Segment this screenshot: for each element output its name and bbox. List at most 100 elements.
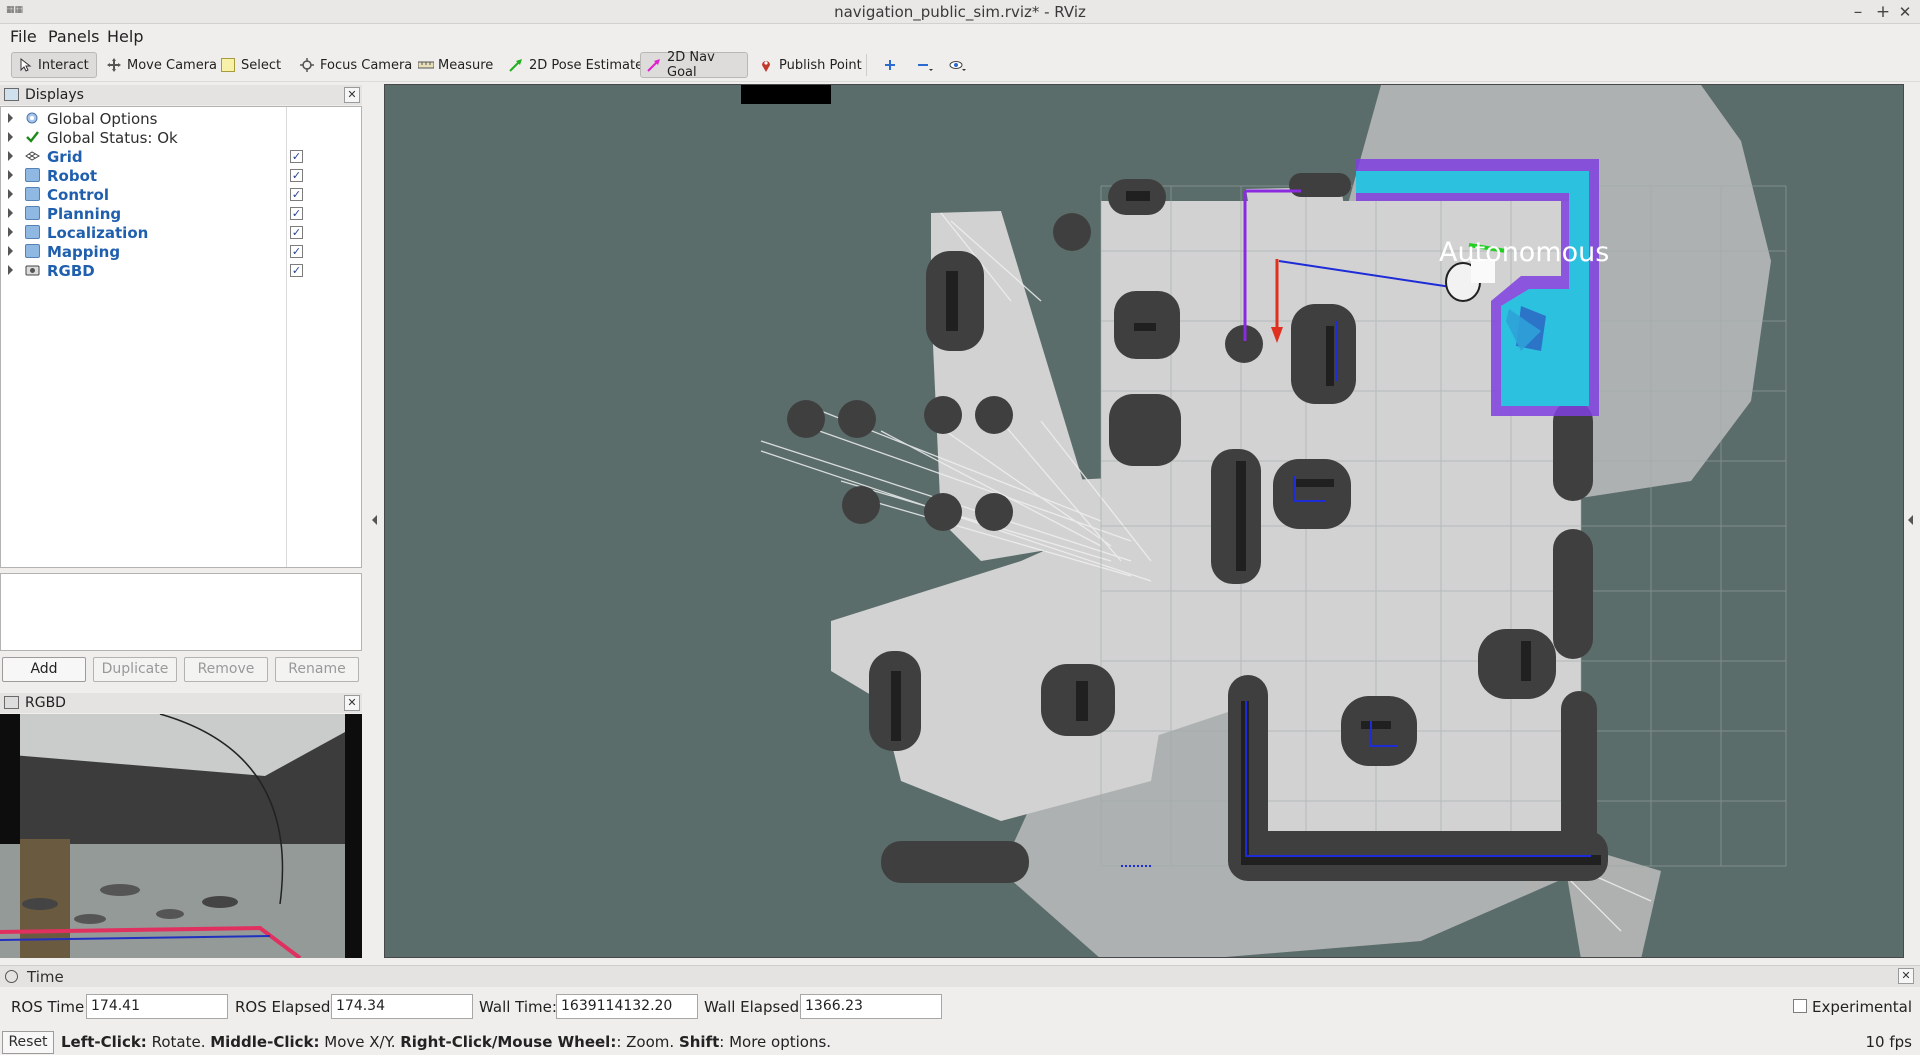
render-viewport[interactable]: Autonomous: [384, 84, 1904, 958]
move-camera-label: Move Camera: [127, 57, 218, 73]
move-camera-tool-button[interactable]: Move Camera: [100, 52, 224, 78]
minimize-button[interactable]: –: [1847, 1, 1869, 23]
measure-label: Measure: [438, 57, 494, 73]
left-click-desc: Rotate.: [146, 1033, 211, 1051]
tree-item-label: Mapping: [47, 243, 121, 261]
expand-arrow-icon[interactable]: [8, 132, 13, 142]
tree-item-global-options[interactable]: Global Options: [1, 109, 361, 128]
publish-point-tool-button[interactable]: Publish Point: [752, 52, 869, 78]
menu-bar: File Panels Help: [0, 24, 1920, 48]
rgbd-panel-title: RGBD: [25, 695, 66, 711]
tree-item-grid[interactable]: Grid ✓: [1, 147, 361, 166]
rename-button[interactable]: Rename: [275, 657, 359, 682]
wall-time-label: Wall Time:: [479, 998, 557, 1016]
tree-item-control[interactable]: Control ✓: [1, 185, 361, 204]
displays-tree: Global Options Global Status: Ok Grid ✓ …: [0, 106, 362, 568]
folder-icon: [25, 225, 40, 239]
remove-button[interactable]: Remove: [184, 657, 268, 682]
time-panel-title: Time: [27, 968, 64, 986]
expand-arrow-icon[interactable]: [8, 208, 13, 218]
close-icon[interactable]: ✕: [1898, 968, 1914, 984]
move-arrows-icon: [107, 58, 121, 72]
tree-item-rgbd[interactable]: RGBD ✓: [1, 261, 361, 280]
check-icon: [25, 130, 40, 144]
shift-hint: Shift: [678, 1033, 720, 1051]
remove-tool-button[interactable]: [911, 52, 935, 78]
time-values-row: ROS Time: 174.41 ROS Elapsed: 174.34 Wal…: [0, 992, 1920, 1020]
publish-point-label: Publish Point: [779, 57, 862, 73]
menu-help[interactable]: Help: [107, 27, 143, 46]
menu-file[interactable]: File: [10, 27, 37, 46]
displays-panel-title: Displays: [25, 87, 84, 103]
rviz-window: ▦▦ navigation_public_sim.rviz* - RViz – …: [0, 0, 1920, 1055]
expand-arrow-icon[interactable]: [8, 113, 13, 123]
close-icon[interactable]: ✕: [344, 87, 360, 103]
duplicate-button[interactable]: Duplicate: [93, 657, 177, 682]
gear-icon: [25, 111, 40, 125]
select-tool-button[interactable]: Select: [214, 52, 288, 78]
camera-panel-icon: [4, 696, 19, 709]
autonomous-overlay-label: Autonomous: [1439, 237, 1610, 268]
select-box-icon: [221, 58, 235, 72]
tree-item-label: RGBD: [47, 262, 95, 280]
tree-item-label: Control: [47, 186, 110, 204]
add-button[interactable]: Add: [2, 657, 86, 682]
ros-elapsed-field[interactable]: 174.34: [331, 994, 473, 1019]
mapping-checkbox[interactable]: ✓: [290, 245, 303, 258]
maximize-button[interactable]: +: [1872, 1, 1894, 23]
expand-arrow-icon[interactable]: [8, 246, 13, 256]
tree-item-localization[interactable]: Localization ✓: [1, 223, 361, 242]
toolbar: Interact Move Camera Select Focus Camera…: [0, 48, 1920, 82]
nav-goal-tool-button[interactable]: 2D Nav Goal: [640, 50, 748, 80]
rgbd-camera-view[interactable]: [0, 714, 362, 958]
title-bar: ▦▦ navigation_public_sim.rviz* - RViz – …: [0, 0, 1920, 24]
pose-estimate-tool-button[interactable]: 2D Pose Estimate: [502, 52, 650, 78]
window-title: navigation_public_sim.rviz* - RViz: [834, 3, 1086, 21]
expand-arrow-icon[interactable]: [8, 151, 13, 161]
fps-counter: 10 fps: [1865, 1033, 1912, 1051]
tree-item-robot[interactable]: Robot ✓: [1, 166, 361, 185]
add-tool-button[interactable]: [878, 52, 902, 78]
planning-checkbox[interactable]: ✓: [290, 207, 303, 220]
nav-goal-label: 2D Nav Goal: [667, 50, 715, 80]
monitor-icon: [4, 88, 19, 101]
wall-elapsed-label: Wall Elapsed:: [704, 998, 805, 1016]
left-click-hint: Left-Click:: [61, 1033, 147, 1051]
view-options-button[interactable]: [944, 52, 968, 78]
localization-checkbox[interactable]: ✓: [290, 226, 303, 239]
grid-checkbox[interactable]: ✓: [290, 150, 303, 163]
expand-arrow-icon[interactable]: [8, 227, 13, 237]
collapse-right-arrow-icon[interactable]: [1908, 515, 1913, 525]
tree-item-global-status[interactable]: Global Status: Ok: [1, 128, 361, 147]
folder-icon: [25, 187, 40, 201]
tree-item-mapping[interactable]: Mapping ✓: [1, 242, 361, 261]
status-help-text: Left-Click: Rotate. Middle-Click: Move X…: [61, 1033, 831, 1051]
interact-tool-button[interactable]: Interact: [11, 52, 97, 78]
ros-time-field[interactable]: 174.41: [86, 994, 228, 1019]
expand-arrow-icon[interactable]: [8, 170, 13, 180]
wall-time-field[interactable]: 1639114132.20: [556, 994, 698, 1019]
crosshair-icon: [300, 58, 314, 72]
tree-item-label: Localization: [47, 224, 149, 242]
robot-checkbox[interactable]: ✓: [290, 169, 303, 182]
wall-elapsed-field[interactable]: 1366.23: [800, 994, 942, 1019]
expand-arrow-icon[interactable]: [8, 189, 13, 199]
experimental-checkbox[interactable]: [1793, 999, 1807, 1013]
plus-icon: [883, 58, 897, 72]
toolbar-separator: [866, 54, 867, 76]
status-bar: Reset Left-Click: Rotate. Middle-Click: …: [0, 1029, 1920, 1055]
tree-item-planning[interactable]: Planning ✓: [1, 204, 361, 223]
select-label: Select: [241, 57, 282, 73]
collapse-left-arrow-icon[interactable]: [372, 515, 377, 525]
close-button[interactable]: ✕: [1894, 1, 1916, 23]
middle-click-desc: Move X/Y.: [319, 1033, 401, 1051]
expand-arrow-icon[interactable]: [8, 265, 13, 275]
displays-panel-header: Displays ✕: [0, 85, 362, 105]
menu-panels[interactable]: Panels: [48, 27, 100, 46]
measure-tool-button[interactable]: Measure: [411, 52, 500, 78]
reset-button[interactable]: Reset: [2, 1031, 54, 1054]
rgbd-checkbox[interactable]: ✓: [290, 264, 303, 277]
close-icon[interactable]: ✕: [344, 695, 360, 711]
control-checkbox[interactable]: ✓: [290, 188, 303, 201]
focus-camera-tool-button[interactable]: Focus Camera: [293, 52, 419, 78]
